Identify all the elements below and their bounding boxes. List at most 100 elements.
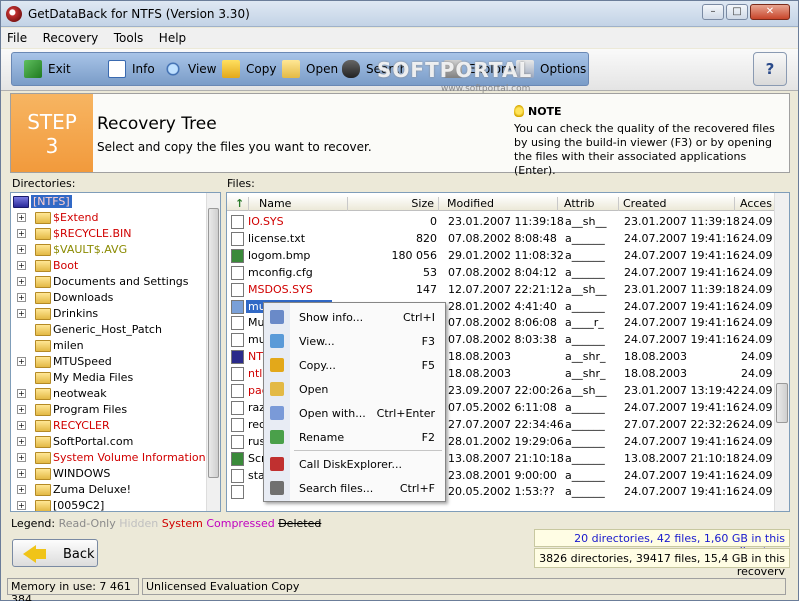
file-access: 24.09 <box>741 434 773 448</box>
back-button[interactable]: Back <box>12 539 98 567</box>
context-menu-item[interactable]: View... F3 <box>264 330 445 352</box>
file-icon <box>231 231 244 246</box>
close-button[interactable]: ✕ <box>750 4 790 20</box>
context-menu-item[interactable]: Call DiskExplorer... <box>264 453 445 475</box>
watermark-logo: SOFTPORTAL <box>377 58 533 82</box>
expand-toggle[interactable]: + <box>17 261 26 270</box>
disk-explorer-icon <box>270 457 284 471</box>
page-title: Recovery Tree <box>97 114 217 134</box>
legend-deleted: Deleted <box>278 517 322 530</box>
context-menu-item[interactable]: Open <box>264 378 445 400</box>
column-created[interactable]: Created <box>621 197 735 211</box>
magnifier-icon <box>164 60 182 78</box>
file-row[interactable]: license.txt 820 07.08.2002 8:08:48 a______ 2… <box>227 230 775 247</box>
expand-toggle[interactable]: + <box>17 437 26 446</box>
context-menu-shortcut: F5 <box>421 359 435 372</box>
file-icon <box>231 265 244 280</box>
file-row[interactable]: IO.SYS 0 23.01.2007 11:39:18 a__sh__ 23.01.2… <box>227 213 775 230</box>
maximize-button[interactable]: □ <box>726 4 748 20</box>
expand-toggle[interactable]: + <box>17 405 26 414</box>
file-list-scroll-thumb[interactable] <box>776 383 788 423</box>
expand-toggle[interactable]: + <box>17 485 26 494</box>
directory-tree[interactable]: [NTFS] + $Extend + $RECYCLE.BIN + $VAULT$.AVG +… <box>10 192 221 512</box>
context-menu-item[interactable]: Rename F2 <box>264 426 445 448</box>
context-menu-separator <box>294 450 442 451</box>
folder-icon <box>35 228 51 240</box>
file-attrib: a______ <box>565 400 605 414</box>
expand-toggle[interactable]: + <box>17 229 26 238</box>
step-word: STEP <box>27 110 77 134</box>
file-icon <box>231 248 244 263</box>
menu-tools[interactable]: Tools <box>108 28 150 45</box>
help-button[interactable]: ? <box>753 52 787 86</box>
menu-file[interactable]: File <box>1 28 33 45</box>
expand-toggle[interactable]: + <box>17 453 26 462</box>
minimize-button[interactable]: – <box>702 4 724 20</box>
file-modified: 23.08.2001 9:00:00 <box>448 468 557 482</box>
file-row[interactable]: mconfig.cfg 53 07.08.2002 8:04:12 a______ 24… <box>227 264 775 281</box>
directory-scrollbar[interactable] <box>206 193 220 511</box>
file-created: 23.01.2007 11:39:18 <box>624 282 740 296</box>
file-access: 24.09 <box>741 451 773 465</box>
file-access: 24.09 <box>741 231 773 245</box>
file-icon <box>231 282 244 297</box>
info-icon <box>270 310 284 324</box>
legend-system: System <box>161 517 203 530</box>
folder-icon <box>35 308 51 320</box>
expand-toggle[interactable]: + <box>17 389 26 398</box>
folder-icon <box>35 244 51 256</box>
up-folder-icon[interactable]: ↑ <box>235 197 249 211</box>
file-access: 24.09 <box>741 282 773 296</box>
file-modified: 07.08.2002 8:04:12 <box>448 265 557 279</box>
directory-scroll-thumb[interactable] <box>208 208 219 478</box>
expand-toggle[interactable]: + <box>17 309 26 318</box>
column-name[interactable]: Name <box>249 197 348 211</box>
context-menu-item[interactable]: Copy... F5 <box>264 354 445 376</box>
column-modified[interactable]: Modified <box>445 197 558 211</box>
context-menu-item[interactable]: Open with... Ctrl+Enter <box>264 402 445 424</box>
file-modified: 13.08.2007 21:10:18 <box>448 451 564 465</box>
binoculars-icon <box>342 60 360 78</box>
expand-toggle[interactable]: + <box>17 501 26 510</box>
column-access[interactable]: Acces <box>738 197 778 211</box>
menu-recovery[interactable]: Recovery <box>37 28 105 45</box>
file-modified: 20.05.2002 1:53:?? <box>448 485 555 499</box>
folder-icon <box>35 324 51 336</box>
file-row[interactable]: MSDOS.SYS 147 12.07.2007 22:21:12 a__sh__ 23… <box>227 281 775 298</box>
tree-item-label: Drinkins <box>53 307 99 320</box>
file-modified: 23.01.2007 11:39:18 <box>448 215 564 228</box>
menu-bar: File Recovery Tools Help <box>1 28 798 48</box>
tree-item-label: MTUSpeed <box>53 355 112 368</box>
tree-item-label: RECYCLER <box>53 419 110 432</box>
app-window: GetDataBack for NTFS (Version 3.30) – □ … <box>0 0 799 601</box>
column-attrib[interactable]: Attrib <box>562 197 619 211</box>
expand-toggle[interactable]: + <box>17 469 26 478</box>
expand-toggle[interactable]: + <box>17 277 26 286</box>
tree-item-label: Program Files <box>53 403 128 416</box>
folder-icon <box>35 340 51 352</box>
file-list-scrollbar[interactable] <box>774 193 789 511</box>
menu-help[interactable]: Help <box>153 28 192 45</box>
expand-toggle[interactable]: + <box>17 293 26 302</box>
file-attrib: a______ <box>565 333 605 347</box>
tree-item-label: WINDOWS <box>53 467 111 480</box>
file-attrib: a______ <box>565 468 605 482</box>
file-modified: 23.09.2007 22:00:26 <box>448 384 564 397</box>
exit-icon <box>24 60 42 78</box>
context-menu-item[interactable]: Show info... Ctrl+I <box>264 306 445 328</box>
title-bar[interactable]: GetDataBack for NTFS (Version 3.30) – □ … <box>1 1 798 27</box>
expand-toggle[interactable]: + <box>17 213 26 222</box>
column-size[interactable]: Size <box>349 197 439 211</box>
folder-icon <box>35 276 51 288</box>
file-icon <box>231 434 244 449</box>
expand-toggle[interactable]: + <box>17 421 26 430</box>
context-menu-item[interactable]: Search files... Ctrl+F <box>264 477 445 499</box>
file-created: 24.07.2007 19:41:16 <box>624 468 740 482</box>
expand-toggle[interactable]: + <box>17 245 26 254</box>
expand-toggle[interactable]: + <box>17 357 26 366</box>
file-name: logom.bmp <box>248 248 311 262</box>
folder-icon <box>35 260 51 272</box>
file-created: 24.07.2007 19:41:16 <box>624 248 740 262</box>
file-row[interactable]: logom.bmp 180 056 29.01.2002 11:08:32 a____… <box>227 247 775 264</box>
file-created: 27.07.2007 22:32:26 <box>624 417 740 431</box>
